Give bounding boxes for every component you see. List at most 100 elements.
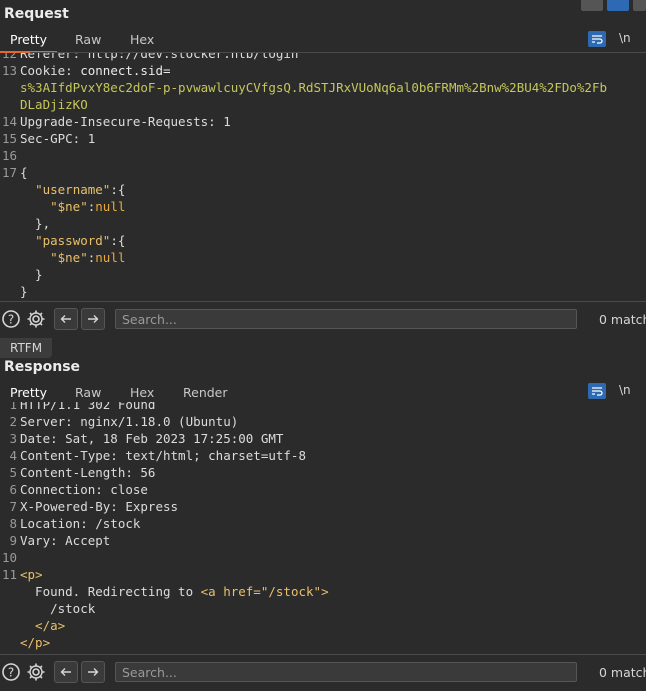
code-line: 5 Content-Length: 56 [0, 464, 646, 481]
code-token: Date: Sat, 18 Feb 2023 17:25:00 GMT [20, 431, 284, 446]
response-tab-render[interactable]: Render [183, 382, 228, 404]
code-token: Sec-GPC: 1 [20, 131, 96, 146]
code-line: 15 Sec-GPC: 1 [0, 130, 646, 147]
code-text: </a> [20, 617, 65, 634]
code-token: Location: /stock [20, 516, 141, 531]
code-token: > [321, 584, 329, 599]
code-line: "$ne":null [0, 198, 646, 215]
line-number: 3 [9, 431, 17, 446]
code-line: 6 Connection: close [0, 481, 646, 498]
response-tab-hex[interactable]: Hex [130, 382, 154, 404]
wrap-lines-icon [592, 35, 603, 44]
code-token: </p> [20, 635, 51, 650]
layout-columns-button[interactable] [581, 0, 603, 11]
request-wrap-toggle[interactable] [588, 31, 606, 47]
code-text: /stock [20, 600, 95, 617]
request-tab-pretty[interactable]: Pretty [0, 29, 58, 53]
help-icon[interactable]: ? [0, 661, 22, 683]
code-line: 16 [0, 147, 646, 164]
request-newline-toggle[interactable]: \n [619, 31, 631, 45]
line-number: 1 [9, 402, 17, 412]
code-token: </a> [20, 618, 66, 633]
code-token: Referer: http://dev.stocker.htb/login [20, 53, 299, 61]
response-tab-pretty[interactable]: Pretty [0, 382, 58, 406]
code-token: "/stock" [260, 584, 322, 599]
code-text: } [20, 266, 43, 283]
code-token: /stock [20, 601, 96, 616]
code-line: 12 Referer: http://dev.stocker.htb/login [0, 53, 646, 62]
gear-icon[interactable] [25, 661, 47, 683]
next-match-button[interactable] [81, 308, 105, 330]
code-token: <a href= [200, 584, 261, 599]
arrow-left-icon [60, 668, 71, 676]
line-number: 14 [1, 114, 17, 129]
next-match-button[interactable] [81, 661, 105, 683]
code-text: { [20, 164, 28, 181]
response-newline-toggle[interactable]: \n [619, 383, 631, 397]
code-text: Content-Length: 56 [20, 464, 155, 481]
response-tab-raw[interactable]: Raw [75, 382, 101, 404]
code-text: <p> [20, 566, 43, 583]
code-line: Found. Redirecting to <a href="/stock"> [0, 583, 646, 600]
code-line: 9 Vary: Accept [0, 532, 646, 549]
wrap-lines-icon [592, 387, 603, 396]
line-number: 10 [1, 550, 17, 565]
response-title: Response [4, 359, 81, 375]
rtfm-tooltip: RTFM [0, 338, 53, 358]
code-line: 2 Server: nginx/1.18.0 (Ubuntu) [0, 413, 646, 430]
code-token: X-Powered-By: Express [20, 499, 179, 514]
code-text: Location: /stock [20, 515, 140, 532]
code-token: Server: nginx/1.18.0 (Ubuntu) [20, 414, 239, 429]
request-tab-hex[interactable]: Hex [130, 29, 154, 51]
code-line: }, [0, 215, 646, 232]
code-token: "$ne" [50, 199, 88, 214]
response-search-input[interactable]: Search... [115, 662, 577, 682]
code-token: } [20, 267, 43, 282]
code-line: 7 X-Powered-By: Express [0, 498, 646, 515]
code-text: HTTP/1.1 302 Found [20, 402, 155, 413]
code-token: }, [20, 216, 51, 231]
code-text: "username":{ [20, 181, 125, 198]
request-title: Request [4, 6, 69, 22]
code-line: 1 HTTP/1.1 302 Found [0, 402, 646, 413]
code-text: DLaDjizKO [20, 96, 88, 113]
code-token: Found. Redirecting to [20, 584, 201, 599]
code-line: </p> [0, 634, 646, 651]
code-line: </a> [0, 617, 646, 634]
layout-rows-button[interactable] [607, 0, 629, 11]
gear-icon[interactable] [25, 308, 47, 330]
code-line: s%3AIfdPvxY8ec2doF-p-pvwawlcuyCVfgsQ.RdS… [0, 79, 646, 96]
line-number: 7 [9, 499, 17, 514]
request-search-input[interactable]: Search... [115, 309, 577, 329]
previous-match-button[interactable] [54, 661, 78, 683]
code-line: 11 <p> [0, 566, 646, 583]
response-wrap-toggle[interactable] [588, 383, 606, 399]
code-line: 4 Content-Type: text/html; charset=utf-8 [0, 447, 646, 464]
code-line: 3 Date: Sat, 18 Feb 2023 17:25:00 GMT [0, 430, 646, 447]
request-editor[interactable]: 12 Referer: http://dev.stocker.htb/login 1… [0, 53, 646, 300]
code-line: 10 [0, 549, 646, 566]
code-token: s%3AIfdPvxY8ec2doF-p-pvwawlcuyCVfgsQ.RdS… [20, 80, 607, 95]
code-line: } [0, 266, 646, 283]
response-editor[interactable]: 1 HTTP/1.1 302 Found 2 Server: nginx/1.18.0… [0, 402, 646, 653]
layout-tabs-button[interactable] [633, 0, 646, 11]
code-token: null [95, 250, 126, 265]
code-token: null [95, 199, 126, 214]
code-text: Found. Redirecting to <a href="/stock"> [20, 583, 329, 600]
code-text: "$ne":null [20, 249, 125, 266]
response-search-bar: ? Search... 0 match [0, 654, 646, 691]
line-number: 5 [9, 465, 17, 480]
code-text: Vary: Accept [20, 532, 110, 549]
line-number: 16 [1, 148, 17, 163]
help-icon[interactable]: ? [0, 308, 22, 330]
previous-match-button[interactable] [54, 308, 78, 330]
request-tabs: Pretty Raw Hex \n [0, 29, 646, 53]
request-tab-raw[interactable]: Raw [75, 29, 101, 51]
request-match-count: 0 match [599, 312, 646, 327]
code-line: 8 Location: /stock [0, 515, 646, 532]
line-number: 9 [9, 533, 17, 548]
line-number: 8 [9, 516, 17, 531]
